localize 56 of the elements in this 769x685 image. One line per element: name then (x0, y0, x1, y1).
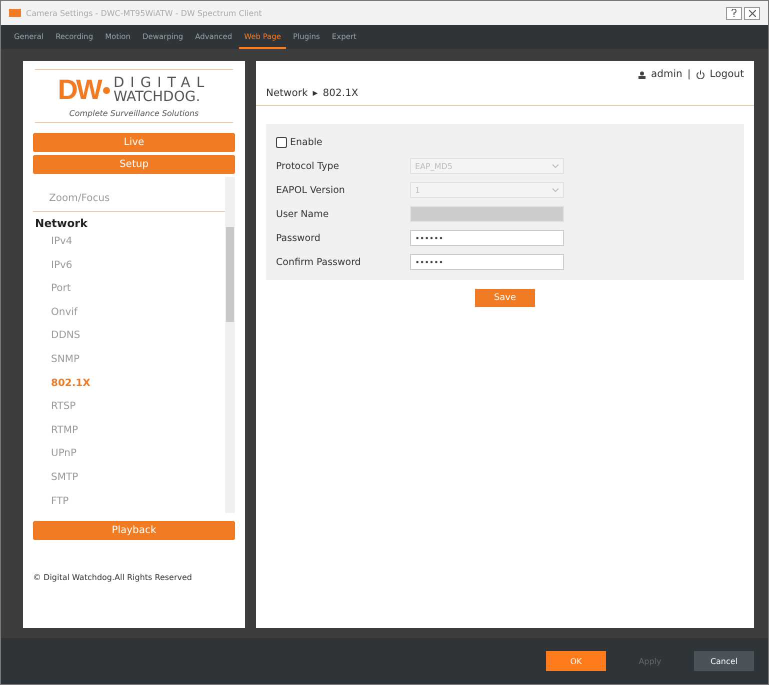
window-title: Camera Settings - DWC-MT95WiATW - DW Spectrum Client (26, 8, 262, 18)
scroll-thumb[interactable] (226, 227, 234, 322)
logo-text: DIGITAL (113, 76, 210, 90)
menu-item[interactable]: SNMP (33, 348, 225, 372)
field-label: Confirm Password (276, 256, 362, 268)
save-button[interactable]: Save (475, 289, 535, 307)
dot-icon (103, 86, 110, 94)
menu-item[interactable]: 802.1X (33, 371, 225, 395)
app-logo-icon (9, 9, 21, 17)
menu-item[interactable]: SMTP (33, 466, 225, 490)
enable-checkbox[interactable] (276, 136, 287, 148)
menu-section: Network (33, 210, 225, 230)
logo-text: WATCHDOG. (113, 90, 202, 104)
username: admin (651, 69, 682, 80)
menu-item[interactable]: IPv6 (33, 253, 225, 277)
playback-button[interactable]: Playback (33, 521, 235, 540)
copyright-text: © Digital Watchdog.All Rights Reserved (33, 573, 194, 582)
nav-button[interactable]: Setup (33, 155, 235, 174)
chevron-icon (552, 164, 559, 168)
input-field[interactable]: •••••• (410, 230, 564, 246)
close-button[interactable] (744, 6, 760, 20)
menu-item[interactable]: Port (33, 276, 225, 300)
field-label: Password (276, 232, 322, 244)
scrollbar[interactable] (225, 177, 235, 513)
logout-link[interactable]: Logout (710, 69, 744, 80)
menu-item[interactable]: FTP (33, 489, 225, 513)
footer-button[interactable]: Cancel (694, 651, 754, 671)
menu-item[interactable]: Onvif (33, 300, 225, 324)
menu-item[interactable]: RTSP (33, 394, 225, 418)
power-icon (696, 70, 705, 79)
input-field[interactable] (410, 206, 564, 222)
breadcrumb-current: 802.1X (322, 88, 358, 99)
menu-item[interactable]: IPv4 (33, 230, 225, 254)
question-icon (731, 9, 737, 17)
input-field[interactable]: •••••• (410, 254, 564, 270)
enable-label: Enable (290, 136, 322, 148)
user-icon (638, 70, 646, 78)
logo-mark: DW (58, 74, 100, 106)
close-icon (748, 10, 756, 16)
dropdown[interactable]: 1 (410, 182, 564, 198)
menu-item[interactable]: Zoom/Focus (33, 187, 225, 211)
dropdown[interactable]: EAP_MD5 (410, 158, 564, 174)
footer-button[interactable]: OK (546, 651, 606, 671)
menu-item[interactable]: DDNS (33, 324, 225, 348)
menu-item[interactable]: UPnP (33, 442, 225, 466)
separator: | (687, 69, 691, 80)
field-label: User Name (276, 208, 330, 220)
field-label: EAPOL Version (276, 184, 346, 196)
field-label: Protocol Type (276, 160, 340, 172)
menu-item[interactable]: RTMP (33, 418, 225, 442)
breadcrumb-parent: Network (266, 88, 308, 99)
breadcrumb-arrow: ▸ (312, 88, 318, 99)
logo-tagline: Complete Surveillance Solutions (69, 109, 199, 118)
chevron-icon (552, 188, 559, 192)
nav-button[interactable]: Live (33, 133, 235, 152)
help-button[interactable] (726, 6, 742, 20)
